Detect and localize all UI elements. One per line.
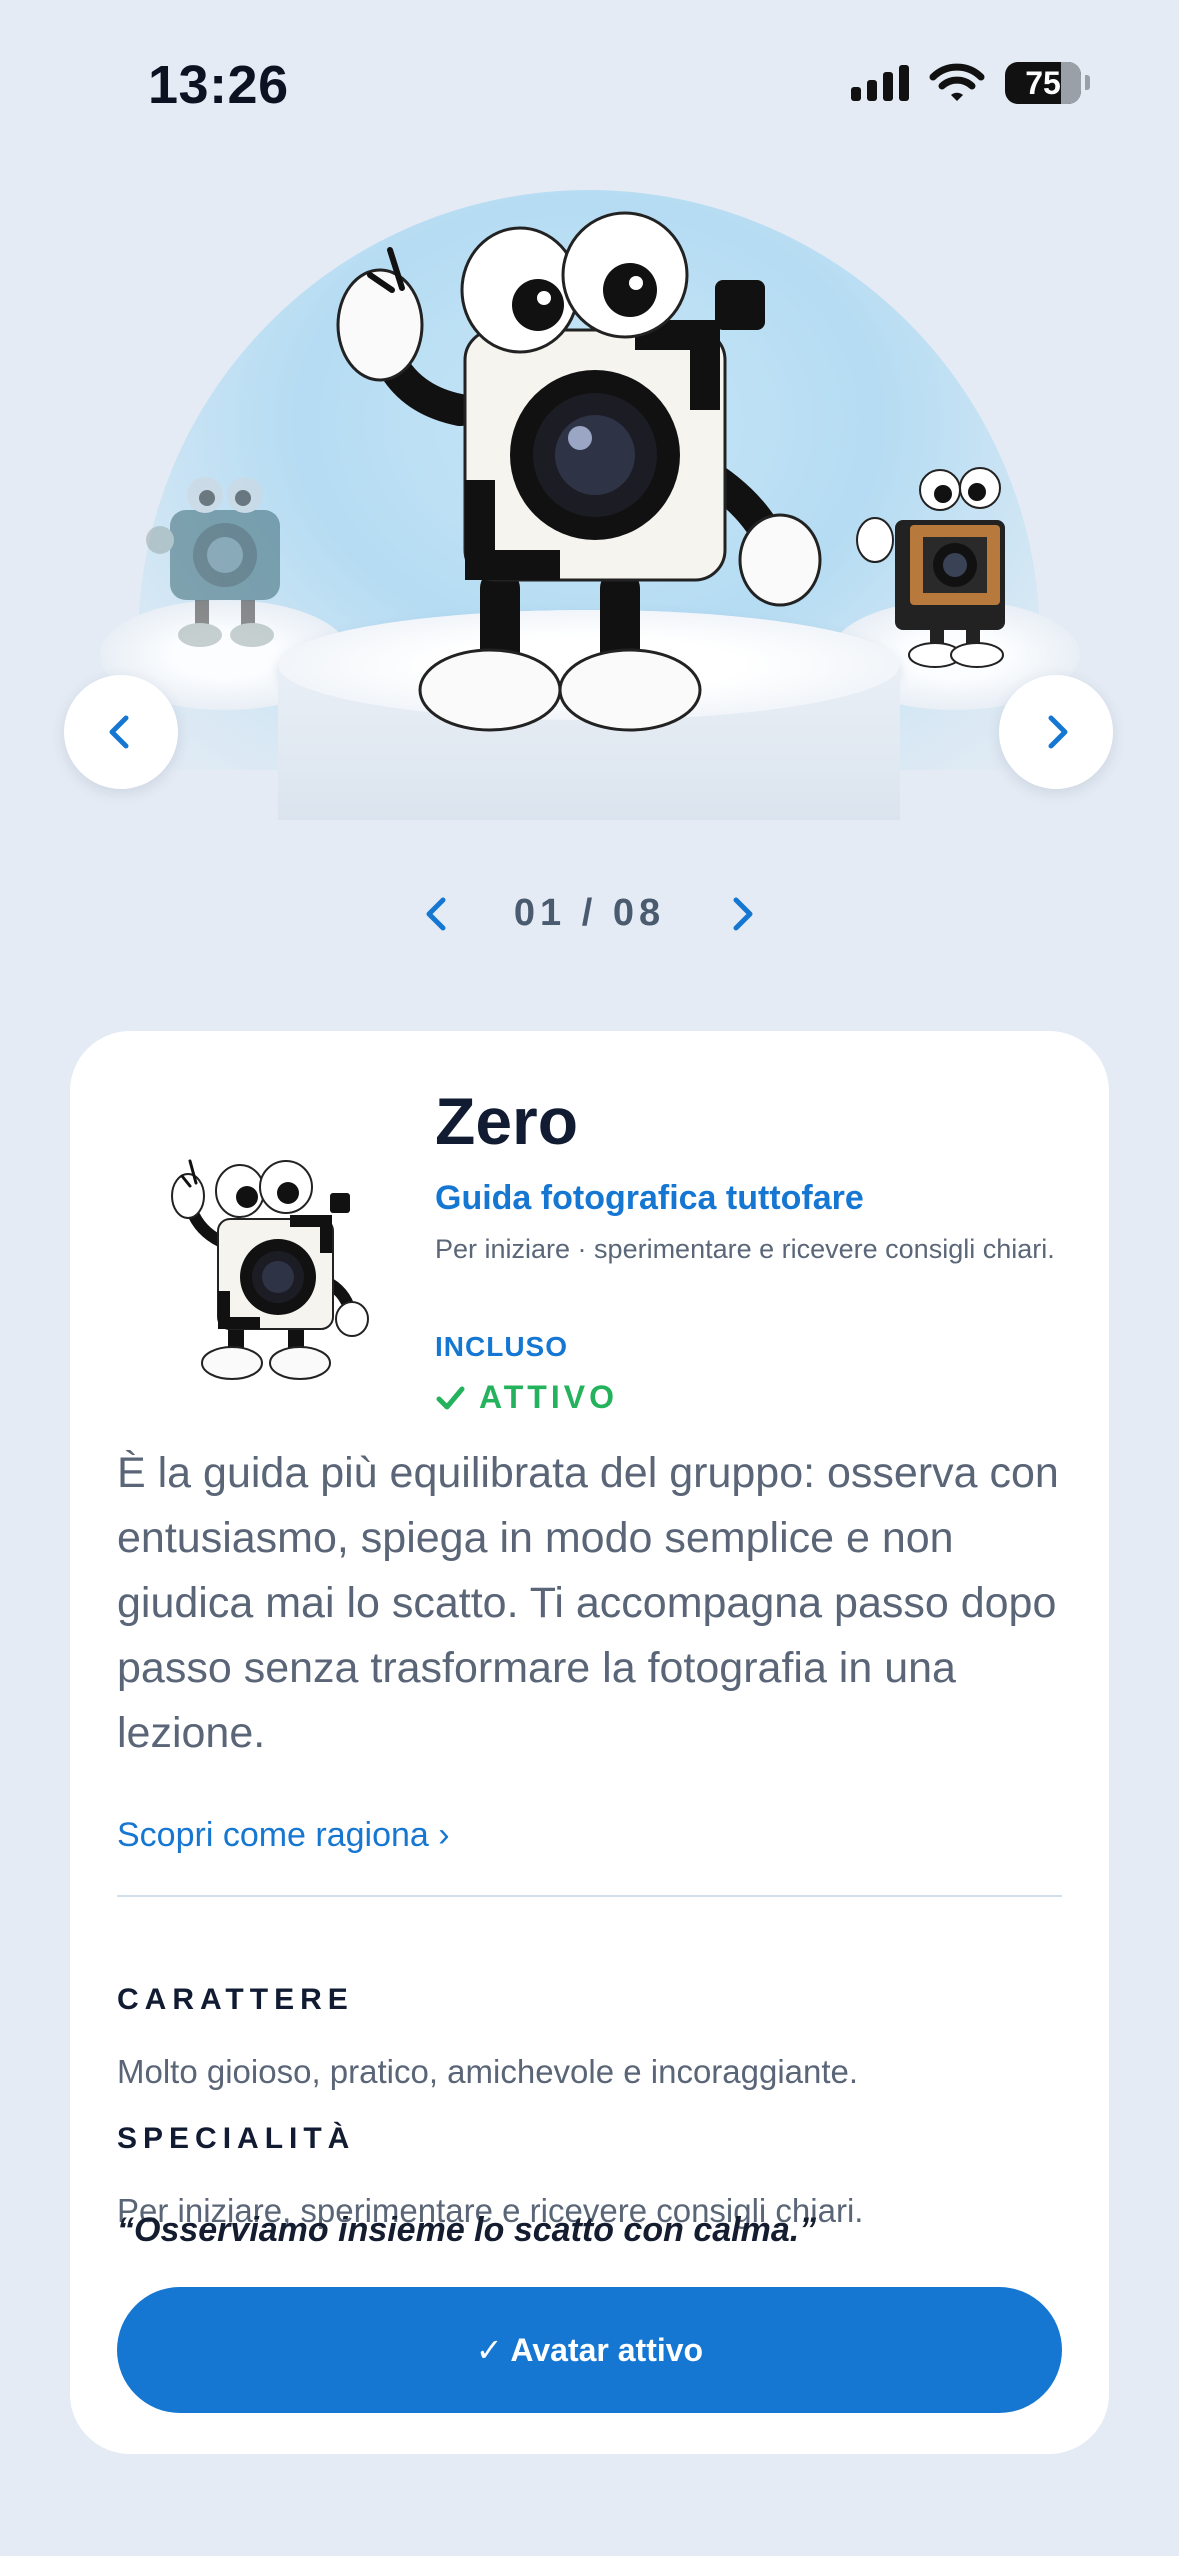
signal-icon <box>851 65 909 101</box>
carousel-pager: 01 / 08 <box>0 892 1179 935</box>
avatar-quote: “Osserviamo insieme lo scatto con calma.… <box>117 2211 817 2249</box>
pager-indicator: 01 / 08 <box>513 892 666 934</box>
avatar-detail-card: Zero Guida fotografica tuttofare Per ini… <box>70 1031 1109 2454</box>
battery-icon: 75 <box>1005 62 1090 104</box>
avatar-summary: Per iniziare · sperimentare e ricevere c… <box>435 1234 1055 1264</box>
chevron-left-icon <box>109 715 129 749</box>
avatar-preview-right[interactable] <box>855 450 1055 670</box>
character-title: CARATTERE <box>117 1983 354 2016</box>
included-badge: INCLUSO <box>435 1331 568 1362</box>
chevron-right-icon <box>733 897 753 930</box>
divider <box>117 1895 1062 1897</box>
avatar-thumbnail <box>171 1159 369 1380</box>
chevron-left-icon <box>426 897 446 930</box>
avatar-subtitle: Guida fotografica tuttofare <box>435 1179 864 1217</box>
specialty-title: SPECIALITÀ <box>117 2122 356 2155</box>
status-time: 13:26 <box>148 55 289 115</box>
pager-next-button[interactable] <box>723 894 763 934</box>
avatar-name: Zero <box>435 1084 579 1158</box>
avatar-main-image <box>336 211 822 732</box>
avatar-description: È la guida più equilibrata del gruppo: o… <box>117 1449 1059 1757</box>
carousel-prev-button[interactable] <box>64 675 178 789</box>
active-badge: ATTIVO <box>435 1379 618 1416</box>
wifi-icon <box>929 63 985 101</box>
avatar-active-button[interactable]: ✓ Avatar attivo <box>117 2287 1062 2413</box>
avatar-carousel[interactable] <box>0 150 1179 830</box>
carousel-next-button[interactable] <box>999 675 1113 789</box>
avatar-preview-left[interactable] <box>140 460 310 650</box>
battery-level: 75 <box>1025 64 1061 101</box>
character-text: Molto gioioso, pratico, amichevole e inc… <box>117 2053 859 2090</box>
active-label: ATTIVO <box>479 1379 618 1415</box>
chevron-right-icon <box>1048 715 1068 749</box>
pager-prev-button[interactable] <box>416 894 456 934</box>
checkmark-icon <box>436 1386 465 1409</box>
discover-reasoning-link[interactable]: Scopri come ragiona › <box>117 1816 450 1855</box>
